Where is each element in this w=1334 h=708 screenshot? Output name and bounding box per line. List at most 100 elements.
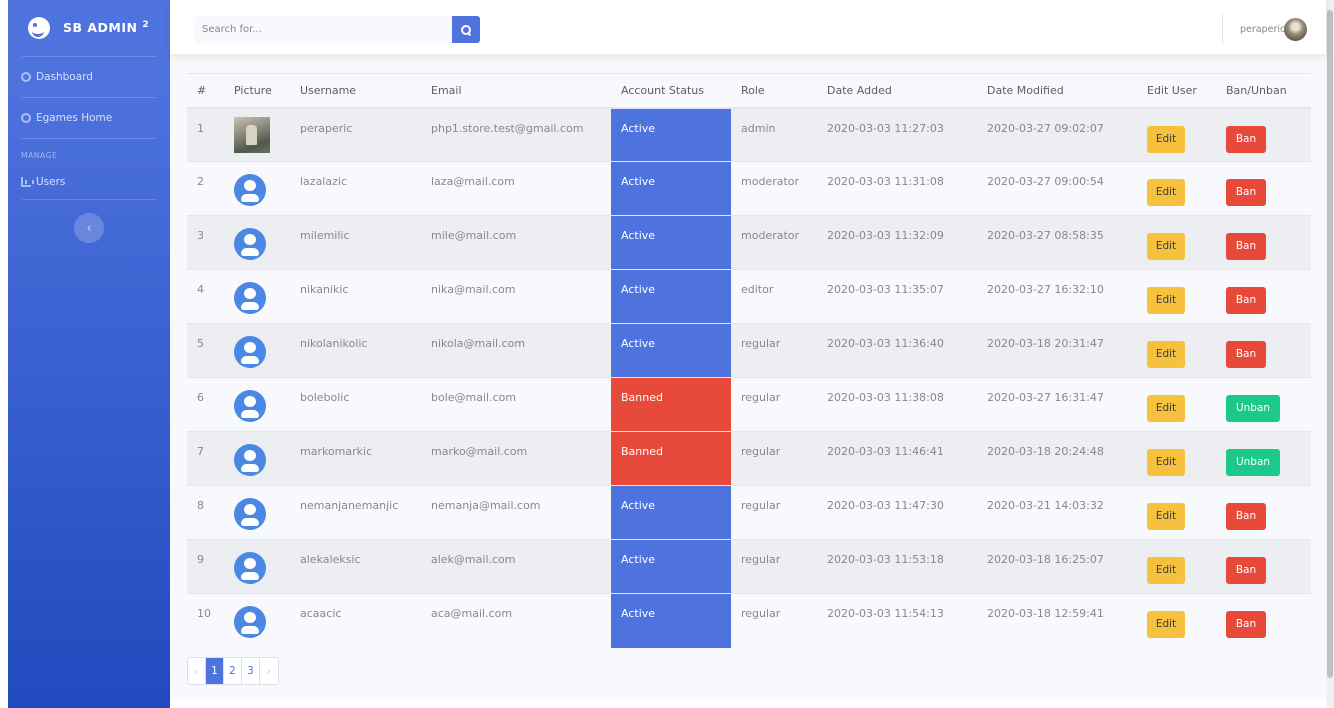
- edit-user-button[interactable]: Edit: [1147, 395, 1185, 422]
- row-email: marko@mail.com: [421, 431, 611, 486]
- sidebar-item-label: Users: [36, 176, 66, 188]
- status-badge: Active: [611, 539, 731, 594]
- sidebar-item-users[interactable]: Users: [8, 165, 170, 199]
- row-picture: [224, 269, 290, 324]
- row-picture: [224, 161, 290, 216]
- edit-user-button[interactable]: Edit: [1147, 125, 1185, 153]
- row-picture: [224, 377, 290, 432]
- row-date-added: 2020-03-03 11:38:08: [817, 377, 977, 432]
- user-default-avatar-icon: [234, 282, 266, 314]
- ban-user-button[interactable]: Ban: [1226, 287, 1266, 314]
- row-date-modified: 2020-03-21 14:03:32: [977, 485, 1137, 540]
- avatar[interactable]: [1284, 18, 1307, 41]
- row-username: milemilic: [290, 215, 421, 270]
- row-edit-cell: Edit: [1137, 107, 1216, 162]
- row-date-modified: 2020-03-27 16:31:47: [977, 377, 1137, 432]
- page-next-button[interactable]: ›: [260, 658, 278, 684]
- row-edit-cell: Edit: [1137, 539, 1216, 594]
- status-badge: Active: [611, 161, 731, 216]
- user-name[interactable]: peraperic: [1240, 24, 1285, 35]
- row-ban-cell: Ban: [1216, 593, 1311, 648]
- sidebar-item-dashboard[interactable]: Dashboard: [8, 57, 170, 97]
- edit-user-button[interactable]: Edit: [1147, 179, 1185, 206]
- edit-user-button[interactable]: Edit: [1147, 611, 1185, 638]
- edit-user-button[interactable]: Edit: [1147, 449, 1185, 476]
- search-form: [195, 16, 480, 43]
- row-email: mile@mail.com: [421, 215, 611, 270]
- row-picture: [224, 215, 290, 270]
- row-role: admin: [731, 107, 817, 162]
- row-picture: [224, 323, 290, 378]
- ban-user-button[interactable]: Ban: [1226, 125, 1266, 153]
- row-username: alekaleksic: [290, 539, 421, 594]
- row-number: 8: [187, 485, 224, 540]
- row-username: nikanikic: [290, 269, 421, 324]
- status-badge: Banned: [611, 377, 731, 432]
- row-number: 3: [187, 215, 224, 270]
- row-number: 6: [187, 377, 224, 432]
- row-date-modified: 2020-03-27 09:02:07: [977, 107, 1137, 162]
- unban-user-button[interactable]: Unban: [1226, 449, 1280, 476]
- row-date-added: 2020-03-03 11:53:18: [817, 539, 977, 594]
- row-ban-cell: Ban: [1216, 539, 1311, 594]
- sidebar-toggle-button[interactable]: ‹: [74, 213, 104, 243]
- row-number: 7: [187, 431, 224, 486]
- status-badge: Banned: [611, 431, 731, 486]
- search-input[interactable]: [195, 16, 452, 43]
- unban-user-button[interactable]: Unban: [1226, 395, 1280, 422]
- row-picture: [224, 431, 290, 486]
- page-1-button[interactable]: 1: [206, 658, 224, 684]
- user-default-avatar-icon: [234, 390, 266, 422]
- page-2-button[interactable]: 2: [224, 658, 242, 684]
- ban-user-button[interactable]: Ban: [1226, 341, 1266, 368]
- row-date-added: 2020-03-03 11:47:30: [817, 485, 977, 540]
- search-icon: [461, 24, 471, 35]
- row-picture: [224, 593, 290, 648]
- ban-user-button[interactable]: Ban: [1226, 611, 1266, 638]
- status-badge: Active: [611, 323, 731, 378]
- status-badge: Active: [611, 215, 731, 270]
- row-number: 9: [187, 539, 224, 594]
- edit-user-button[interactable]: Edit: [1147, 341, 1185, 368]
- row-role: moderator: [731, 215, 817, 270]
- edit-user-button[interactable]: Edit: [1147, 233, 1185, 260]
- row-email: aca@mail.com: [421, 593, 611, 648]
- page-3-button[interactable]: 3: [242, 658, 260, 684]
- status-badge: Active: [611, 485, 731, 540]
- search-button[interactable]: [452, 16, 480, 43]
- status-badge: Active: [611, 107, 731, 162]
- column-header: Role: [731, 73, 817, 109]
- topbar: peraperic: [170, 0, 1326, 54]
- brand-name: SB ADMIN 2: [63, 20, 150, 36]
- row-date-added: 2020-03-03 11:54:13: [817, 593, 977, 648]
- row-email: nemanja@mail.com: [421, 485, 611, 540]
- row-email: laza@mail.com: [421, 161, 611, 216]
- sidebar-brand[interactable]: SB ADMIN 2: [8, 0, 170, 56]
- edit-user-button[interactable]: Edit: [1147, 557, 1185, 584]
- row-edit-cell: Edit: [1137, 593, 1216, 648]
- column-header: Username: [290, 73, 421, 109]
- user-default-avatar-icon: [234, 552, 266, 584]
- ban-user-button[interactable]: Ban: [1226, 233, 1266, 260]
- ban-user-button[interactable]: Ban: [1226, 503, 1266, 530]
- sidebar-heading: MANAGE: [21, 151, 58, 160]
- page-prev-button[interactable]: ‹: [188, 658, 206, 684]
- row-email: nikola@mail.com: [421, 323, 611, 378]
- main-content: # Picture Username Email Account Status …: [170, 54, 1326, 699]
- ban-user-button[interactable]: Ban: [1226, 557, 1266, 584]
- tachometer-icon: [21, 72, 31, 82]
- column-header: Picture: [224, 73, 290, 109]
- page-scrollbar[interactable]: [1326, 0, 1334, 708]
- sidebar-item-egames-home[interactable]: Egames Home: [8, 98, 170, 138]
- ban-user-button[interactable]: Ban: [1226, 179, 1266, 206]
- edit-user-button[interactable]: Edit: [1147, 287, 1185, 314]
- column-header: #: [187, 73, 224, 109]
- scrollbar-thumb[interactable]: [1327, 10, 1333, 678]
- row-role: regular: [731, 593, 817, 648]
- row-username: lazalazic: [290, 161, 421, 216]
- row-edit-cell: Edit: [1137, 161, 1216, 216]
- edit-user-button[interactable]: Edit: [1147, 503, 1185, 530]
- row-role: regular: [731, 377, 817, 432]
- row-number: 4: [187, 269, 224, 324]
- table-row: 4 nikanikic nika@mail.com Active editor 2020-…: [187, 269, 1311, 324]
